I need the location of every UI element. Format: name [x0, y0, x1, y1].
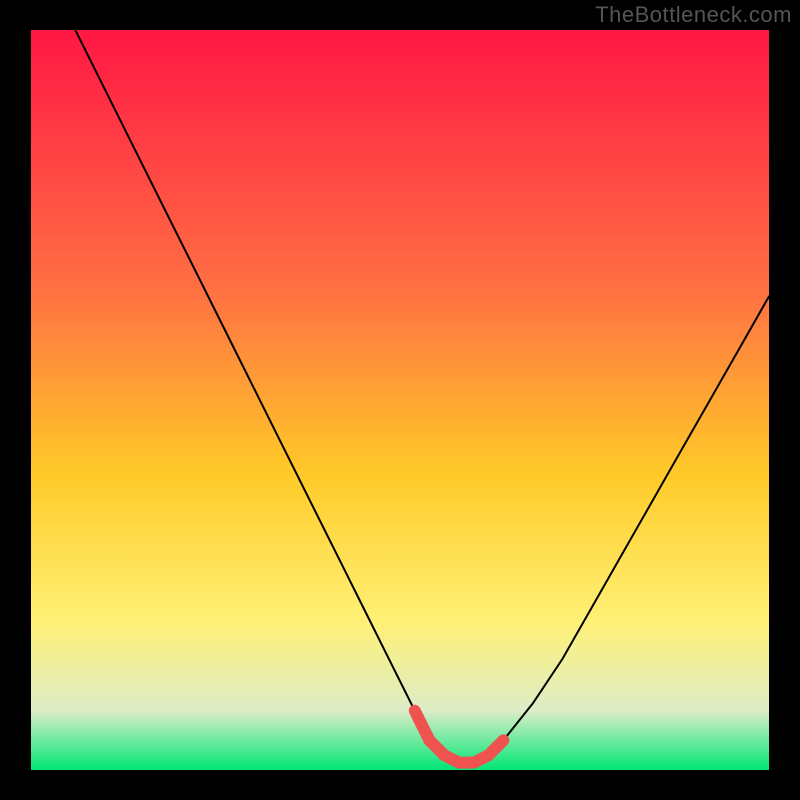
chart-frame: TheBottleneck.com	[0, 0, 800, 800]
gradient-background	[31, 30, 769, 770]
chart-svg	[0, 0, 800, 800]
watermark-text: TheBottleneck.com	[595, 2, 792, 28]
